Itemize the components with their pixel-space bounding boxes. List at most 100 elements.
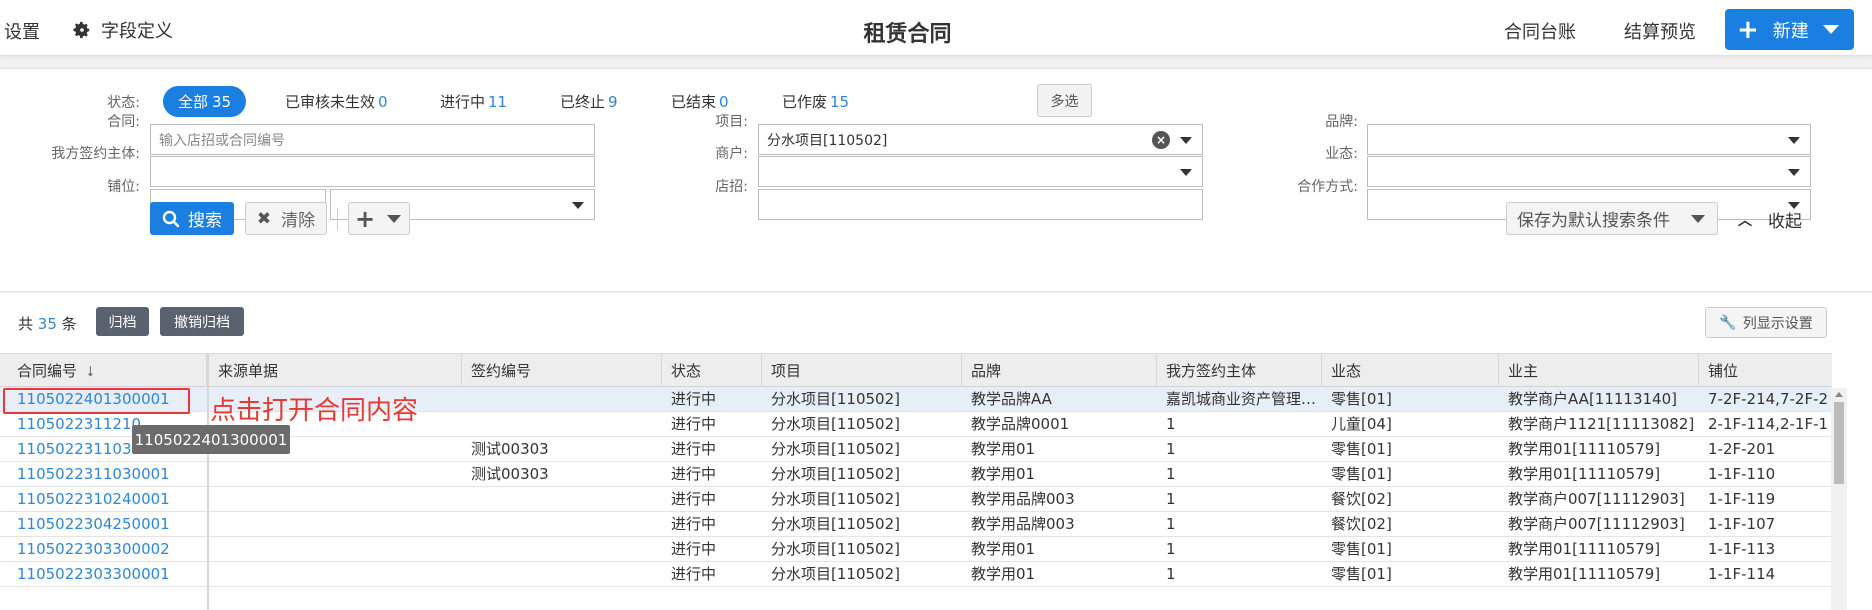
table-row[interactable]: 1105022310240001 进行中 分水项目[110502] 教学用品牌003 1…	[0, 487, 1832, 512]
cell-owner: 教学商户007[11112903]	[1508, 490, 1685, 508]
column-header-owner[interactable]: 业主	[1499, 354, 1699, 388]
cell-status: 进行中	[671, 490, 717, 508]
status-filter-approved-not-effective[interactable]: 已审核未生效 0	[285, 91, 388, 112]
column-settings-label: 列显示设置	[1742, 315, 1813, 332]
caret-down-icon[interactable]	[572, 202, 584, 209]
contract-no-link[interactable]: 1105022303300001	[0, 562, 207, 587]
cell-sign-no	[462, 387, 662, 412]
cell-brand: 教学用01	[971, 540, 1036, 558]
table-row[interactable]: 1105022304250001 进行中 分水项目[110502] 教学用品牌003 1…	[0, 512, 1832, 537]
column-header-project[interactable]: 项目	[762, 354, 962, 388]
chevron-up-icon: ︿	[1738, 212, 1752, 229]
add-condition-button[interactable]: +	[348, 202, 410, 235]
brand-select[interactable]	[1367, 124, 1811, 155]
cell-project: 分水项目[110502]	[771, 565, 900, 583]
cell-project: 分水项目[110502]	[771, 415, 900, 433]
highlight-box	[3, 388, 190, 414]
status-filter-terminated[interactable]: 已终止 9	[560, 91, 618, 112]
merchant-select[interactable]	[758, 156, 1203, 187]
cell-sign-no: 测试00303	[471, 465, 549, 483]
cell-entity: 1	[1166, 515, 1176, 533]
settlement-preview-link[interactable]: 结算预览	[1624, 18, 1696, 44]
table-row[interactable]: 1105022311030001 测试00303 进行中 分水项目[110502] 教学…	[0, 462, 1832, 487]
cell-sign-no	[462, 487, 662, 512]
cell-status: 进行中	[671, 565, 717, 583]
status-label: 已审核未生效	[285, 93, 376, 111]
status-filter-in-progress[interactable]: 进行中 11	[440, 91, 507, 112]
signboard-input[interactable]	[758, 189, 1203, 220]
contract-no-link[interactable]: 1105022303300002	[0, 537, 207, 562]
cell-status: 进行中	[671, 415, 717, 433]
status-filter-voided[interactable]: 已作废 15	[782, 91, 849, 112]
caret-down-icon[interactable]	[1788, 169, 1800, 176]
column-header-source[interactable]: 来源单据	[209, 354, 462, 388]
status-filter-all[interactable]: 全部 35	[163, 86, 246, 117]
clear-icon[interactable]: ×	[1152, 131, 1170, 149]
plus-icon: +	[1737, 14, 1759, 45]
coop-mode-label: 合作方式:	[1297, 179, 1358, 195]
entity-input[interactable]	[150, 156, 595, 187]
collapse-button[interactable]: ︿ 收起	[1738, 207, 1802, 232]
table-row[interactable]: 1105022303300001 进行中 分水项目[110502] 教学用01 1 零售[…	[0, 562, 1832, 587]
cell-entity: 1	[1166, 415, 1176, 433]
cell-format: 餐饮[02]	[1331, 490, 1392, 508]
cell-owner: 教学商户AA[11113140]	[1508, 390, 1677, 408]
cell-source	[209, 512, 462, 537]
contract-label: 合同:	[107, 114, 140, 130]
status-filter-ended[interactable]: 已结束 0	[671, 91, 729, 112]
cell-status: 进行中	[671, 540, 717, 558]
status-count: 11	[488, 93, 508, 111]
cell-brand: 教学用01	[971, 440, 1036, 458]
contract-search-input[interactable]: 输入店招或合同编号	[150, 124, 595, 155]
caret-down-icon[interactable]	[1822, 25, 1839, 34]
cell-shop: 2-1F-114,2-1F-1	[1708, 415, 1829, 433]
multi-select-button[interactable]: 多选	[1037, 84, 1092, 117]
column-header-entity[interactable]: 我方签约主体	[1157, 354, 1322, 388]
new-button-label: 新建	[1772, 20, 1809, 42]
contract-no-link[interactable]: 1105022311030001	[0, 462, 207, 487]
contract-no-link[interactable]: 1105022310240001	[0, 487, 207, 512]
contract-no-link[interactable]: 1105022304250001	[0, 512, 207, 537]
column-header-sign-no[interactable]: 签约编号	[462, 354, 662, 388]
new-button[interactable]: + 新建	[1725, 9, 1854, 50]
table-header: 合同编号 ⭣ 来源单据 签约编号 状态 项目 品牌 我方签约主体 业态 业主 铺位	[0, 353, 1832, 388]
cell-format: 零售[01]	[1331, 565, 1392, 583]
unarchive-button[interactable]: 撤销归档	[160, 307, 244, 336]
cell-project: 分水项目[110502]	[771, 465, 900, 483]
cell-sign-no	[462, 412, 662, 437]
save-default-label: 保存为默认搜索条件	[1517, 211, 1670, 231]
total-count: 共 35 条	[18, 313, 77, 334]
caret-down-icon[interactable]	[1180, 169, 1192, 176]
cell-owner: 教学商户1121[11113082]	[1508, 415, 1695, 433]
clear-button[interactable]: ✖ 清除	[245, 202, 327, 235]
caret-down-icon[interactable]	[1180, 137, 1192, 144]
search-button[interactable]: 搜索	[150, 202, 234, 235]
cell-status: 进行中	[671, 515, 717, 533]
cell-format: 餐饮[02]	[1331, 515, 1392, 533]
vertical-scrollbar[interactable]	[1831, 388, 1847, 610]
archive-button[interactable]: 归档	[96, 307, 149, 336]
table-row[interactable]: 1105022303300002 进行中 分水项目[110502] 教学用01 1 零售[…	[0, 537, 1832, 562]
column-header-format[interactable]: 业态	[1322, 354, 1499, 388]
sort-arrow-down-icon[interactable]: ⭣	[87, 355, 94, 388]
caret-down-icon[interactable]	[1788, 137, 1800, 144]
filter-panel: 状态: 全部 35 已审核未生效 0 进行中 11 已终止 9 已结束 0 已作废 15 …	[0, 68, 1872, 292]
column-settings-button[interactable]: 🔧 列显示设置	[1705, 307, 1827, 338]
cell-owner: 教学商户007[11112903]	[1508, 515, 1685, 533]
status-count: 9	[608, 93, 618, 111]
cell-brand: 教学品牌0001	[971, 415, 1070, 433]
status-label: 状态:	[107, 95, 140, 111]
cell-brand: 教学用01	[971, 565, 1036, 583]
column-header-brand[interactable]: 品牌	[962, 354, 1157, 388]
column-header-contract-no[interactable]: 合同编号 ⭣	[0, 354, 207, 388]
scrollbar-thumb[interactable]	[1834, 402, 1844, 484]
project-label: 项目:	[715, 114, 748, 130]
scroll-up-icon[interactable]	[1835, 392, 1843, 397]
format-select[interactable]	[1367, 156, 1811, 187]
project-select[interactable]: 分水项目[110502] ×	[758, 124, 1203, 155]
save-default-search-button[interactable]: 保存为默认搜索条件	[1506, 202, 1718, 235]
column-header-status[interactable]: 状态	[662, 354, 762, 388]
status-label: 已终止	[560, 93, 606, 111]
column-header-shop[interactable]: 铺位	[1699, 354, 1832, 388]
contract-ledger-link[interactable]: 合同台账	[1504, 18, 1576, 44]
